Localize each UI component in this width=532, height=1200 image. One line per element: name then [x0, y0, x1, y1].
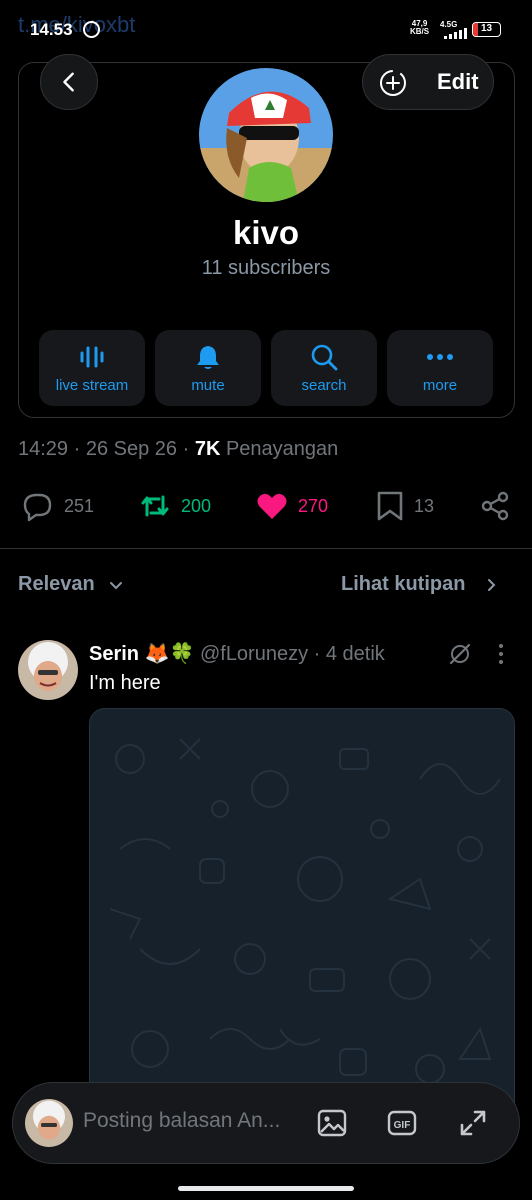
add-circle-icon — [380, 70, 406, 96]
reply-count: 251 — [64, 495, 95, 516]
composer-avatar — [25, 1099, 73, 1147]
live-stream-label: live stream — [55, 377, 129, 394]
view-quotes-link[interactable]: Lihat kutipan — [341, 573, 499, 596]
like-stat-button[interactable]: 270 — [256, 486, 328, 526]
reply-time: 4 detik — [325, 643, 385, 665]
search-button[interactable]: search — [271, 330, 377, 406]
bookmark-count: 13 — [414, 495, 435, 516]
more-dots-icon — [427, 354, 453, 360]
heart-icon — [257, 493, 287, 519]
share-button[interactable] — [480, 486, 510, 526]
divider — [0, 548, 532, 549]
status-time: 14.53 — [30, 20, 73, 39]
post-time: 14:29 — [18, 438, 69, 460]
search-label: search — [301, 377, 347, 394]
back-button[interactable] — [40, 54, 98, 110]
subscriber-count: 11 subscribers — [201, 257, 331, 279]
whatsapp-icon — [83, 21, 100, 38]
view-quotes-label: Lihat kutipan — [341, 573, 466, 595]
mute-button[interactable]: mute — [155, 330, 261, 406]
edit-button[interactable]: Edit — [362, 54, 494, 110]
home-indicator[interactable] — [178, 1186, 354, 1191]
live-stream-button[interactable]: live stream — [39, 330, 145, 406]
image-icon[interactable] — [316, 1107, 348, 1144]
bell-icon — [197, 346, 219, 369]
reply-author-handle[interactable]: @fLorunezy — [200, 643, 308, 665]
reply-media-image[interactable] — [89, 708, 515, 1128]
bookmark-stat-button[interactable]: 13 — [376, 486, 434, 526]
live-stream-icon — [80, 346, 104, 368]
sort-label: Relevan — [18, 573, 95, 595]
channel-avatar[interactable] — [199, 68, 333, 202]
reply-author-name[interactable]: Serin 🦊🍀 — [89, 643, 194, 665]
bookmark-icon — [377, 491, 403, 521]
signal-icon — [444, 28, 467, 39]
share-icon — [481, 491, 509, 521]
view-count: 7K — [194, 438, 221, 460]
grok-icon[interactable] — [448, 642, 472, 671]
more-button[interactable]: more — [387, 330, 493, 406]
reply-icon — [23, 493, 52, 522]
svg-text:GIF: GIF — [394, 1120, 411, 1131]
reply-stat-button[interactable]: 251 — [22, 486, 94, 526]
mute-label: mute — [191, 377, 225, 394]
gif-icon[interactable]: GIF — [386, 1107, 418, 1144]
repost-stat-button[interactable]: 200 — [139, 486, 211, 526]
reply-header: Serin 🦊🍀 @fLorunezy · 4 detik — [89, 643, 385, 665]
chevron-down-icon — [110, 581, 123, 590]
reply-composer: Posting balasan An... GIF — [12, 1082, 520, 1164]
reply-text: I'm here — [89, 672, 161, 694]
like-count: 270 — [298, 495, 329, 516]
more-label: more — [422, 377, 458, 394]
edit-label: Edit — [437, 69, 479, 94]
post-date: 26 Sep 26 — [85, 438, 178, 460]
chevron-left-icon — [63, 72, 74, 92]
search-icon — [311, 344, 338, 371]
reply-more-icon[interactable] — [497, 643, 505, 670]
sort-dropdown[interactable]: Relevan — [18, 573, 124, 596]
reply-input[interactable]: Posting balasan An... — [83, 1109, 298, 1133]
network-speed: 47,9 KB/S — [410, 19, 430, 36]
expand-icon[interactable] — [457, 1107, 489, 1144]
post-meta: 14:29 · 26 Sep 26 · 7K Penayangan — [18, 438, 339, 460]
battery-icon: 13 — [472, 22, 501, 37]
engagement-bar: 251 200 270 13 — [0, 486, 532, 526]
repost-icon — [141, 495, 169, 517]
views-label: Penayangan — [225, 438, 339, 460]
reply-avatar[interactable] — [18, 640, 78, 700]
channel-name: kivo — [232, 214, 300, 251]
status-bar: t.me/kivoxbt 14.53 47,9 KB/S 4.5G 13 — [0, 0, 532, 56]
repost-count: 200 — [181, 495, 212, 516]
chevron-right-icon — [488, 578, 496, 591]
